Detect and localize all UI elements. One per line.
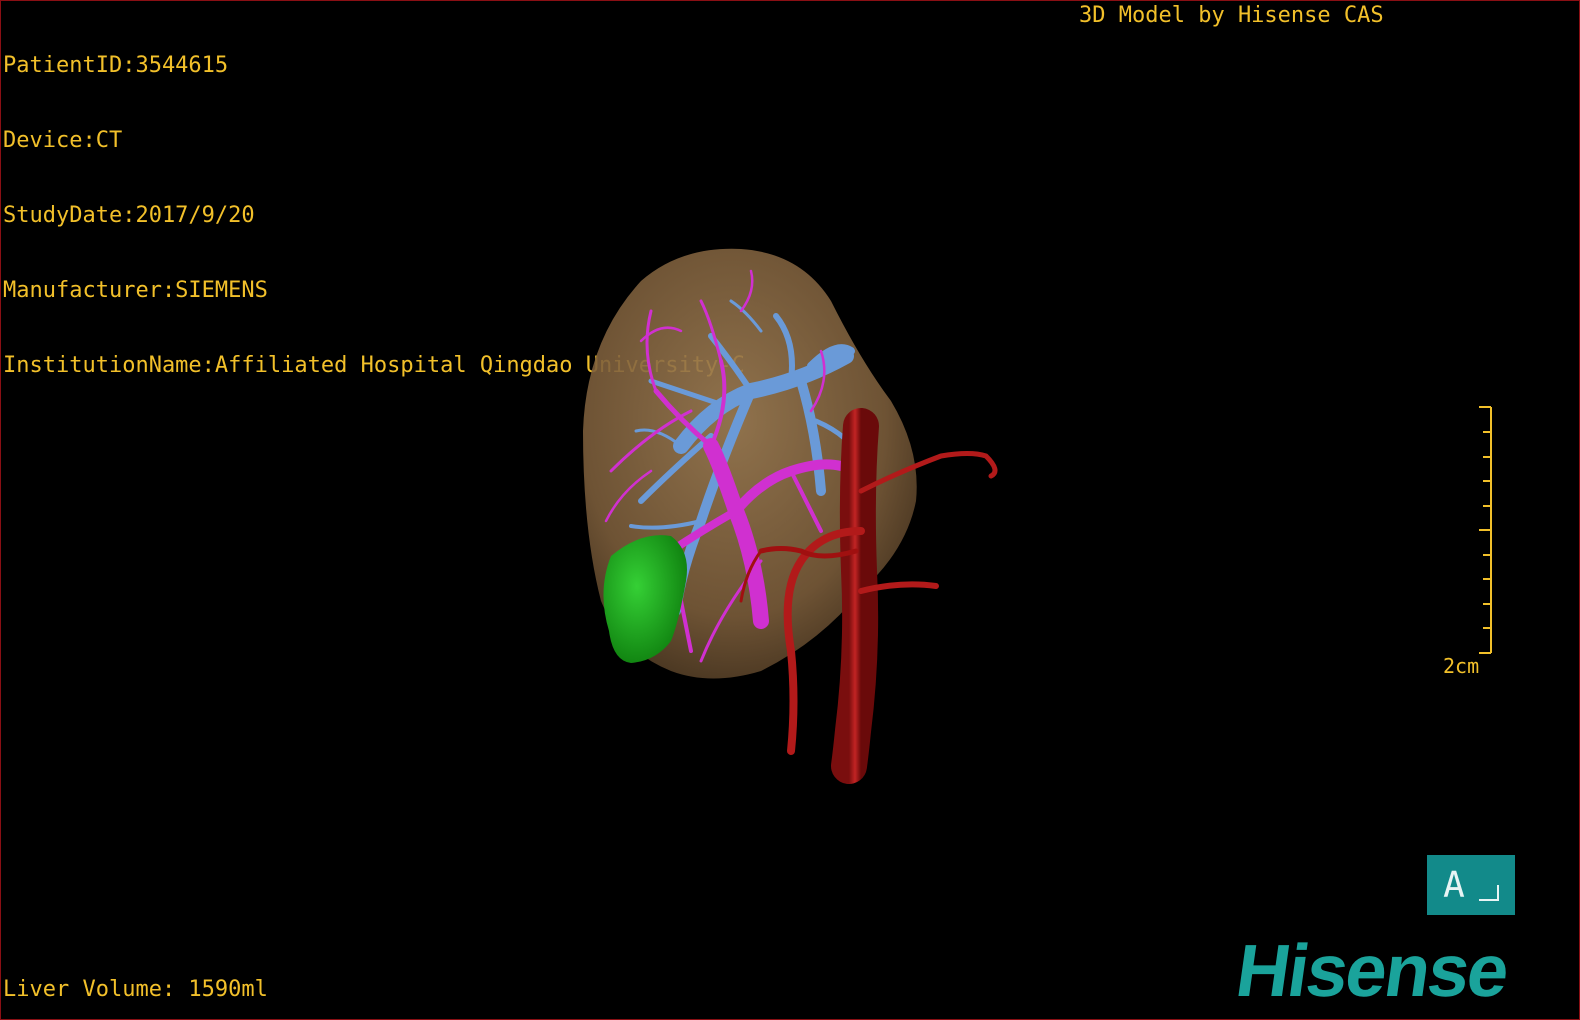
patient-id-text: PatientID:3544615	[3, 53, 229, 78]
hisense-logo: Hisense	[1231, 929, 1513, 1012]
liver-volume-text: Liver Volume: 1590ml	[3, 977, 268, 1002]
study-date-text: StudyDate:2017/9/20	[3, 203, 255, 228]
scale-label: 2cm	[1443, 654, 1480, 678]
model-credit-text: 3D Model by Hisense CAS	[1079, 3, 1384, 28]
3d-viewport[interactable]: PatientID:3544615 Device:CT StudyDate:20…	[0, 0, 1580, 1020]
device-text: Device:CT	[3, 128, 123, 153]
orientation-corner-icon	[1478, 885, 1499, 901]
orientation-letter: A	[1443, 864, 1465, 906]
orientation-indicator[interactable]: A	[1427, 855, 1515, 915]
scale-bar	[1479, 406, 1492, 654]
liver-3d-model[interactable]	[561, 231, 1031, 791]
